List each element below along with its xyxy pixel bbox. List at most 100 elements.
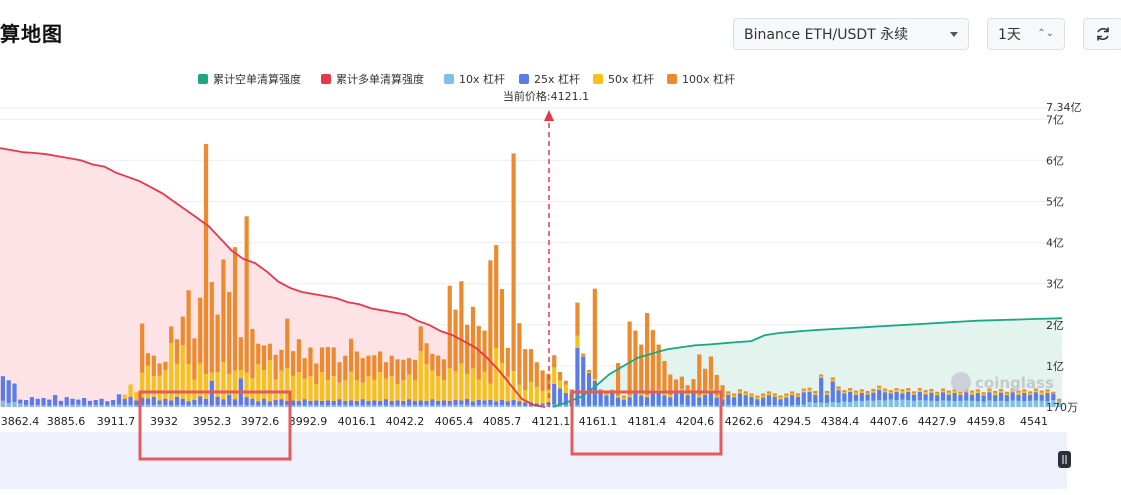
bar-lev10 [163,404,168,407]
bar-lev10 [511,404,516,407]
bar-lev25 [337,399,342,406]
bar-lev25 [778,399,783,406]
bar-lev25 [627,397,632,406]
bar-lev10 [668,405,673,407]
bar-lev100 [581,353,586,356]
bar-lev50 [836,388,841,391]
bar-lev25 [290,400,296,406]
bar-lev25 [198,396,203,405]
bar-lev25 [871,392,876,401]
bar-lev25 [732,397,737,406]
bar-lev25 [99,398,104,405]
bar-lev100 [639,344,644,394]
bar-lev25 [813,394,818,403]
bar-lev10 [784,405,789,407]
bar-lev50 [685,393,690,396]
bar-lev50 [534,386,539,404]
x-tick-label: 4085.7 [483,415,522,428]
bar-lev50 [853,392,859,395]
bar-lev50 [430,370,435,400]
bar-lev25 [888,393,893,400]
bar-lev25 [795,396,801,405]
bar-lev100 [349,338,354,372]
bar-lev10 [627,405,632,407]
bar-lev10 [1033,400,1038,407]
bar-lev10 [894,400,899,407]
bar-lev50 [790,393,795,396]
bar-lev100 [360,358,365,383]
bar-lev10 [615,405,621,407]
bar-lev50 [337,382,342,400]
bar-lev100 [691,379,696,392]
bar-lev10 [302,405,307,407]
bar-lev50 [766,393,772,396]
bar-lev100 [267,343,272,361]
x-tick-label: 3885.6 [47,415,86,428]
bar-lev10 [35,404,40,407]
bar-lev50 [726,393,731,395]
bar-lev100 [319,347,325,373]
bar-lev100 [447,285,452,368]
y-tick-label: 2亿 [1046,319,1064,332]
bar-lev50 [923,392,928,395]
bar-lev100 [354,351,359,381]
bar-lev25 [134,400,139,406]
bar-lev10 [227,404,232,407]
bar-lev50 [703,393,708,395]
bar-lev10 [407,405,412,407]
bar-lev10 [192,404,197,407]
bar-lev100 [163,361,168,371]
bar-lev25 [882,392,888,401]
bar-lev25 [174,396,180,405]
bar-lev10 [929,400,934,407]
bar-lev100 [865,390,870,394]
bar-lev10 [662,405,667,407]
bar-lev25 [122,398,127,405]
bar-lev100 [563,380,568,385]
bar-lev100 [209,282,214,373]
bar-lev10 [465,404,470,407]
bar-lev10 [447,404,452,407]
bar-lev100 [174,339,180,364]
bar-lev50 [401,380,406,401]
bar-lev25 [192,400,197,405]
bar-lev25 [407,399,412,406]
bar-lev25 [360,399,365,406]
bar-lev25 [894,391,899,401]
bar-lev25 [482,400,487,405]
bar-lev10 [673,405,679,407]
bar-lev100 [929,388,934,391]
bar-lev10 [581,405,586,407]
bar-lev10 [523,405,528,407]
bar-lev10 [488,404,493,407]
bar-lev25 [169,400,174,406]
bar-lev25 [29,397,35,406]
bar-lev100 [244,216,249,373]
bar-lev100 [557,372,563,381]
bar-lev25 [499,400,505,405]
y-tick-label: 5亿 [1046,196,1064,209]
bar-lev100 [308,347,313,377]
bar-lev10 [41,405,46,407]
bar-lev10 [372,405,377,407]
bar-lev10 [366,404,371,407]
bar-lev100 [378,351,383,373]
bar-lev25 [6,380,11,403]
bar-lev25 [436,400,441,405]
bar-lev50 [563,384,568,394]
y-tick-label: 170万 [1046,401,1078,414]
legend-swatch-lev100 [667,74,677,84]
bar-lev25 [383,399,389,406]
bar-lev25 [465,398,470,405]
bar-lev10 [528,405,534,407]
bar-lev25 [378,400,383,405]
bar-lev25 [940,392,946,401]
bar-lev50 [732,395,737,398]
bar-lev25 [859,393,864,402]
bar-lev100 [761,393,766,396]
watermark-text: coinglass [975,374,1054,392]
bar-lev25 [128,396,133,405]
bar-lev100 [238,337,243,371]
bar-lev25 [981,395,986,402]
bar-lev50 [882,390,888,393]
